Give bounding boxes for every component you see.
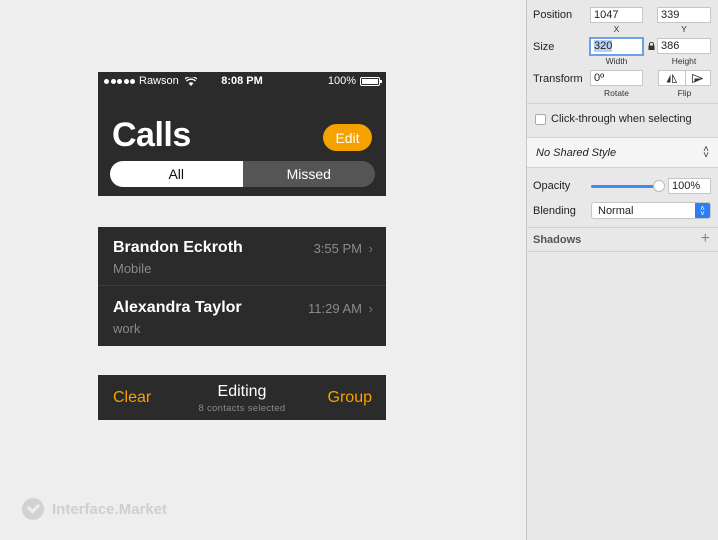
list-item[interactable]: Brandon Eckroth Mobile 3:55 PM ›	[98, 227, 386, 286]
click-through-label: Click-through when selecting	[551, 113, 692, 125]
battery-percent: 100%	[327, 75, 356, 87]
divider	[527, 251, 718, 252]
contact-list-artboard: Brandon Eckroth Mobile 3:55 PM › Alexand…	[98, 227, 386, 346]
check-circle-icon	[22, 498, 44, 520]
opacity-field[interactable]: 100%	[668, 178, 711, 194]
contact-label: work	[113, 321, 141, 336]
segment-missed[interactable]: Missed	[243, 161, 376, 187]
segment-all[interactable]: All	[110, 161, 243, 187]
contact-label: Mobile	[113, 261, 152, 276]
size-height-field[interactable]: 386	[657, 38, 711, 54]
position-label: Position	[533, 9, 573, 21]
group-button[interactable]: Group	[328, 389, 372, 407]
size-width-value: 320	[594, 40, 613, 52]
calls-filter-segmented-control: All Missed	[110, 161, 375, 187]
battery-icon	[360, 76, 382, 86]
list-item[interactable]: Alexandra Taylor work 11:29 AM ›	[98, 287, 386, 346]
size-width-field[interactable]: 320	[589, 37, 644, 56]
flip-horizontal-button[interactable]	[659, 71, 685, 85]
add-shadow-plus-icon[interactable]: +	[701, 230, 710, 248]
shadows-section-label: Shadows	[533, 234, 582, 246]
flip-control	[658, 70, 711, 86]
position-x-field[interactable]: 1047	[590, 7, 643, 23]
opacity-slider[interactable]	[591, 180, 665, 192]
contact-name: Alexandra Taylor	[113, 299, 242, 316]
flip-vertical-icon	[692, 73, 704, 83]
size-height-caption: Height	[671, 56, 697, 66]
shared-style-select[interactable]: No Shared Style ˄ ˅	[527, 137, 718, 168]
edit-button[interactable]: Edit	[323, 124, 372, 151]
flip-vertical-button[interactable]	[684, 71, 711, 85]
opacity-slider-knob[interactable]	[653, 180, 665, 192]
chevron-right-icon: ›	[368, 301, 373, 316]
design-canvas: Rawson 8:08 PM 100% Calls Edit All Misse…	[0, 0, 526, 540]
click-through-checkbox[interactable]	[535, 114, 546, 125]
select-arrow-icon: ˄ ˅	[695, 203, 710, 218]
transform-label: Transform	[533, 73, 583, 85]
up-down-chevron-icon: ˄ ˅	[703, 144, 709, 161]
blending-value: Normal	[598, 205, 634, 217]
status-right: 100%	[327, 75, 382, 87]
watermark: Interface.Market	[22, 498, 167, 520]
shared-style-value: No Shared Style	[536, 147, 617, 159]
chevron-right-icon: ›	[368, 241, 373, 256]
blending-label: Blending	[533, 205, 576, 217]
position-y-caption: Y	[681, 24, 687, 34]
rotate-caption: Rotate	[603, 88, 630, 98]
size-label: Size	[533, 41, 555, 53]
page-title: Calls	[112, 116, 191, 154]
divider	[527, 227, 718, 228]
contact-name: Brandon Eckroth	[113, 239, 243, 256]
status-bar: Rawson 8:08 PM 100%	[98, 72, 386, 90]
calls-header-artboard[interactable]: Rawson 8:08 PM 100% Calls Edit All Misse…	[98, 72, 386, 196]
blending-select[interactable]: Normal ˄ ˅	[591, 202, 711, 219]
flip-horizontal-icon	[666, 73, 678, 83]
call-time: 3:55 PM	[313, 241, 362, 256]
call-time: 11:29 AM	[308, 301, 362, 316]
inspector-panel: Position 1047 339 X Y Size 320 386 Width…	[526, 0, 718, 540]
position-y-field[interactable]: 339	[657, 7, 711, 23]
position-x-caption: X	[613, 24, 620, 34]
flip-caption: Flip	[677, 88, 692, 98]
editing-toolbar-artboard: Clear Editing 8 contacts selected Group	[98, 375, 386, 420]
watermark-text: Interface.Market	[52, 500, 168, 518]
opacity-slider-fill	[591, 185, 659, 188]
opacity-label: Opacity	[533, 180, 571, 192]
divider	[527, 103, 718, 104]
size-width-caption: Width	[605, 56, 628, 66]
rotate-field[interactable]: 0º	[590, 70, 643, 86]
lock-icon[interactable]	[648, 42, 655, 50]
